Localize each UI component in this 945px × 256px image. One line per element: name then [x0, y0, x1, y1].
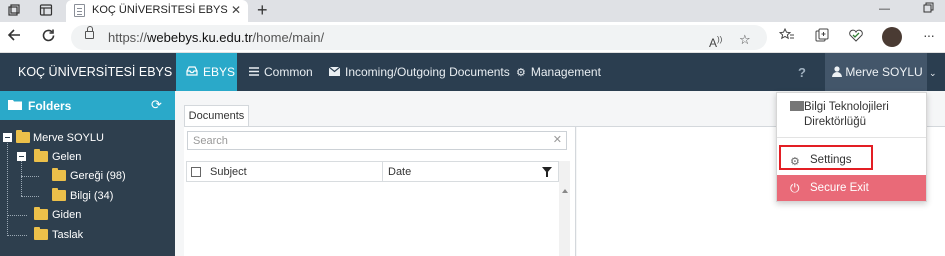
restore-icon[interactable] [923, 2, 934, 16]
gears-icon: ⚙ [790, 156, 800, 168]
tree-label: Merve SOYLU [33, 132, 104, 144]
lock-icon[interactable] [85, 26, 94, 39]
app-brand: KOÇ ÜNİVERSİTESİ EBYS [18, 65, 173, 79]
folder-icon [34, 149, 48, 162]
power-icon: ⏻ [790, 181, 800, 195]
gears-icon: ⚙ [516, 67, 526, 79]
user-name: Merve SOYLU [845, 65, 923, 79]
column-divider[interactable] [382, 162, 383, 181]
new-tab-icon[interactable]: + [257, 1, 268, 19]
tab-actions-icon[interactable] [38, 3, 54, 19]
tab-title: KOÇ ÜNİVERSİTESİ EBYS [92, 4, 228, 16]
select-all-checkbox[interactable] [191, 167, 201, 177]
tree-line [7, 235, 27, 236]
building-icon [790, 101, 804, 111]
tree-line [7, 143, 8, 236]
tree-label: Taslak [52, 229, 84, 241]
filter-icon[interactable] [542, 167, 552, 177]
nav-ebys[interactable]: EBYS [176, 53, 237, 91]
collections-icon[interactable] [815, 28, 830, 48]
collapse-icon[interactable] [3, 133, 12, 142]
close-icon[interactable]: ✕ [231, 3, 241, 17]
reload-icon[interactable] [38, 28, 58, 46]
grid-header: Subject Date [186, 161, 559, 182]
url-field[interactable]: https://webebys.ku.edu.tr/home/main/ A))… [71, 25, 767, 50]
dropdown-divider [777, 137, 926, 138]
tree-label: Giden [52, 209, 82, 221]
folders-header: Folders ⟳ [0, 91, 175, 120]
nav-common[interactable]: Common [249, 53, 313, 91]
secure-exit-label: Secure Exit [810, 182, 869, 194]
more-menu-icon[interactable]: ··· [923, 26, 935, 44]
folder-icon [34, 227, 48, 240]
tree-line [7, 215, 27, 216]
tree-line [21, 161, 22, 196]
browser-tab[interactable]: KOÇ ÜNİVERSİTESİ EBYS ✕ [66, 0, 248, 22]
refresh-icon[interactable]: ⟳ [151, 97, 162, 113]
nav-incoming-outgoing[interactable]: Incoming/Outgoing Documents [328, 53, 510, 92]
chevron-down-icon: ⌄ [929, 68, 937, 78]
folder-icon [8, 99, 22, 113]
search-box: ✕ [187, 131, 567, 150]
profile-avatar[interactable] [882, 27, 902, 47]
address-bar: https://webebys.ku.edu.tr/home/main/ A))… [0, 22, 945, 53]
page-favicon-icon [74, 4, 85, 17]
favorite-star-icon[interactable]: ☆ [739, 31, 751, 49]
tab-documents[interactable]: Documents [184, 105, 249, 127]
envelope-icon [328, 54, 341, 92]
minimize-icon[interactable]: — [879, 3, 890, 15]
back-icon[interactable] [4, 28, 24, 46]
column-date[interactable]: Date [388, 166, 411, 178]
column-subject[interactable]: Subject [210, 166, 247, 178]
dropdown-org-unit[interactable]: Bilgi Teknolojileri Direktörlüğü [790, 100, 920, 130]
scroll-up-icon[interactable] [562, 189, 568, 193]
app-navbar: KOÇ ÜNİVERSİTESİ EBYS EBYS Common Incomi… [0, 53, 945, 91]
inbox-icon [186, 54, 198, 92]
grid-scrollbar[interactable] [559, 161, 570, 256]
help-icon[interactable]: ? [798, 65, 806, 80]
clear-search-icon[interactable]: ✕ [553, 133, 562, 146]
collapse-icon[interactable] [17, 152, 26, 161]
browser-tabstrip: KOÇ ÜNİVERSİTESİ EBYS ✕ + — [0, 0, 945, 22]
secure-exit-button[interactable]: ⏻ Secure Exit [777, 175, 926, 201]
folders-title: Folders [28, 99, 72, 113]
menu-icon [249, 54, 259, 92]
folders-sidebar: Folders ⟳ Merve SOYLU Gelen Gereği (98) … [0, 91, 175, 256]
nav-management[interactable]: ⚙ Management [516, 53, 601, 91]
tree-label: Bilgi (34) [70, 190, 114, 202]
settings-menu-item[interactable]: Settings [810, 154, 852, 166]
documents-grid: ✕ Subject Date [184, 127, 576, 256]
user-icon [832, 65, 845, 79]
folder-icon [34, 207, 48, 220]
user-dropdown-menu: Bilgi Teknolojileri Direktörlüğü ⚙ Setti… [776, 92, 927, 202]
url-text: https://webebys.ku.edu.tr/home/main/ [108, 30, 325, 45]
user-menu-button[interactable]: Merve SOYLU ⌄ [825, 53, 937, 91]
tree-label: Gelen [52, 151, 82, 163]
browser-essentials-icon[interactable] [848, 28, 864, 47]
folder-icon [52, 188, 66, 201]
tree-line [21, 176, 39, 177]
tree-line [21, 196, 39, 197]
tree-label: Gereği (98) [70, 170, 126, 182]
folder-icon [16, 130, 30, 143]
search-input[interactable] [188, 132, 548, 149]
folder-icon [52, 168, 66, 181]
workspaces-icon[interactable] [6, 3, 22, 19]
read-aloud-icon[interactable]: A)) [709, 31, 722, 52]
favorites-icon[interactable] [778, 27, 795, 47]
